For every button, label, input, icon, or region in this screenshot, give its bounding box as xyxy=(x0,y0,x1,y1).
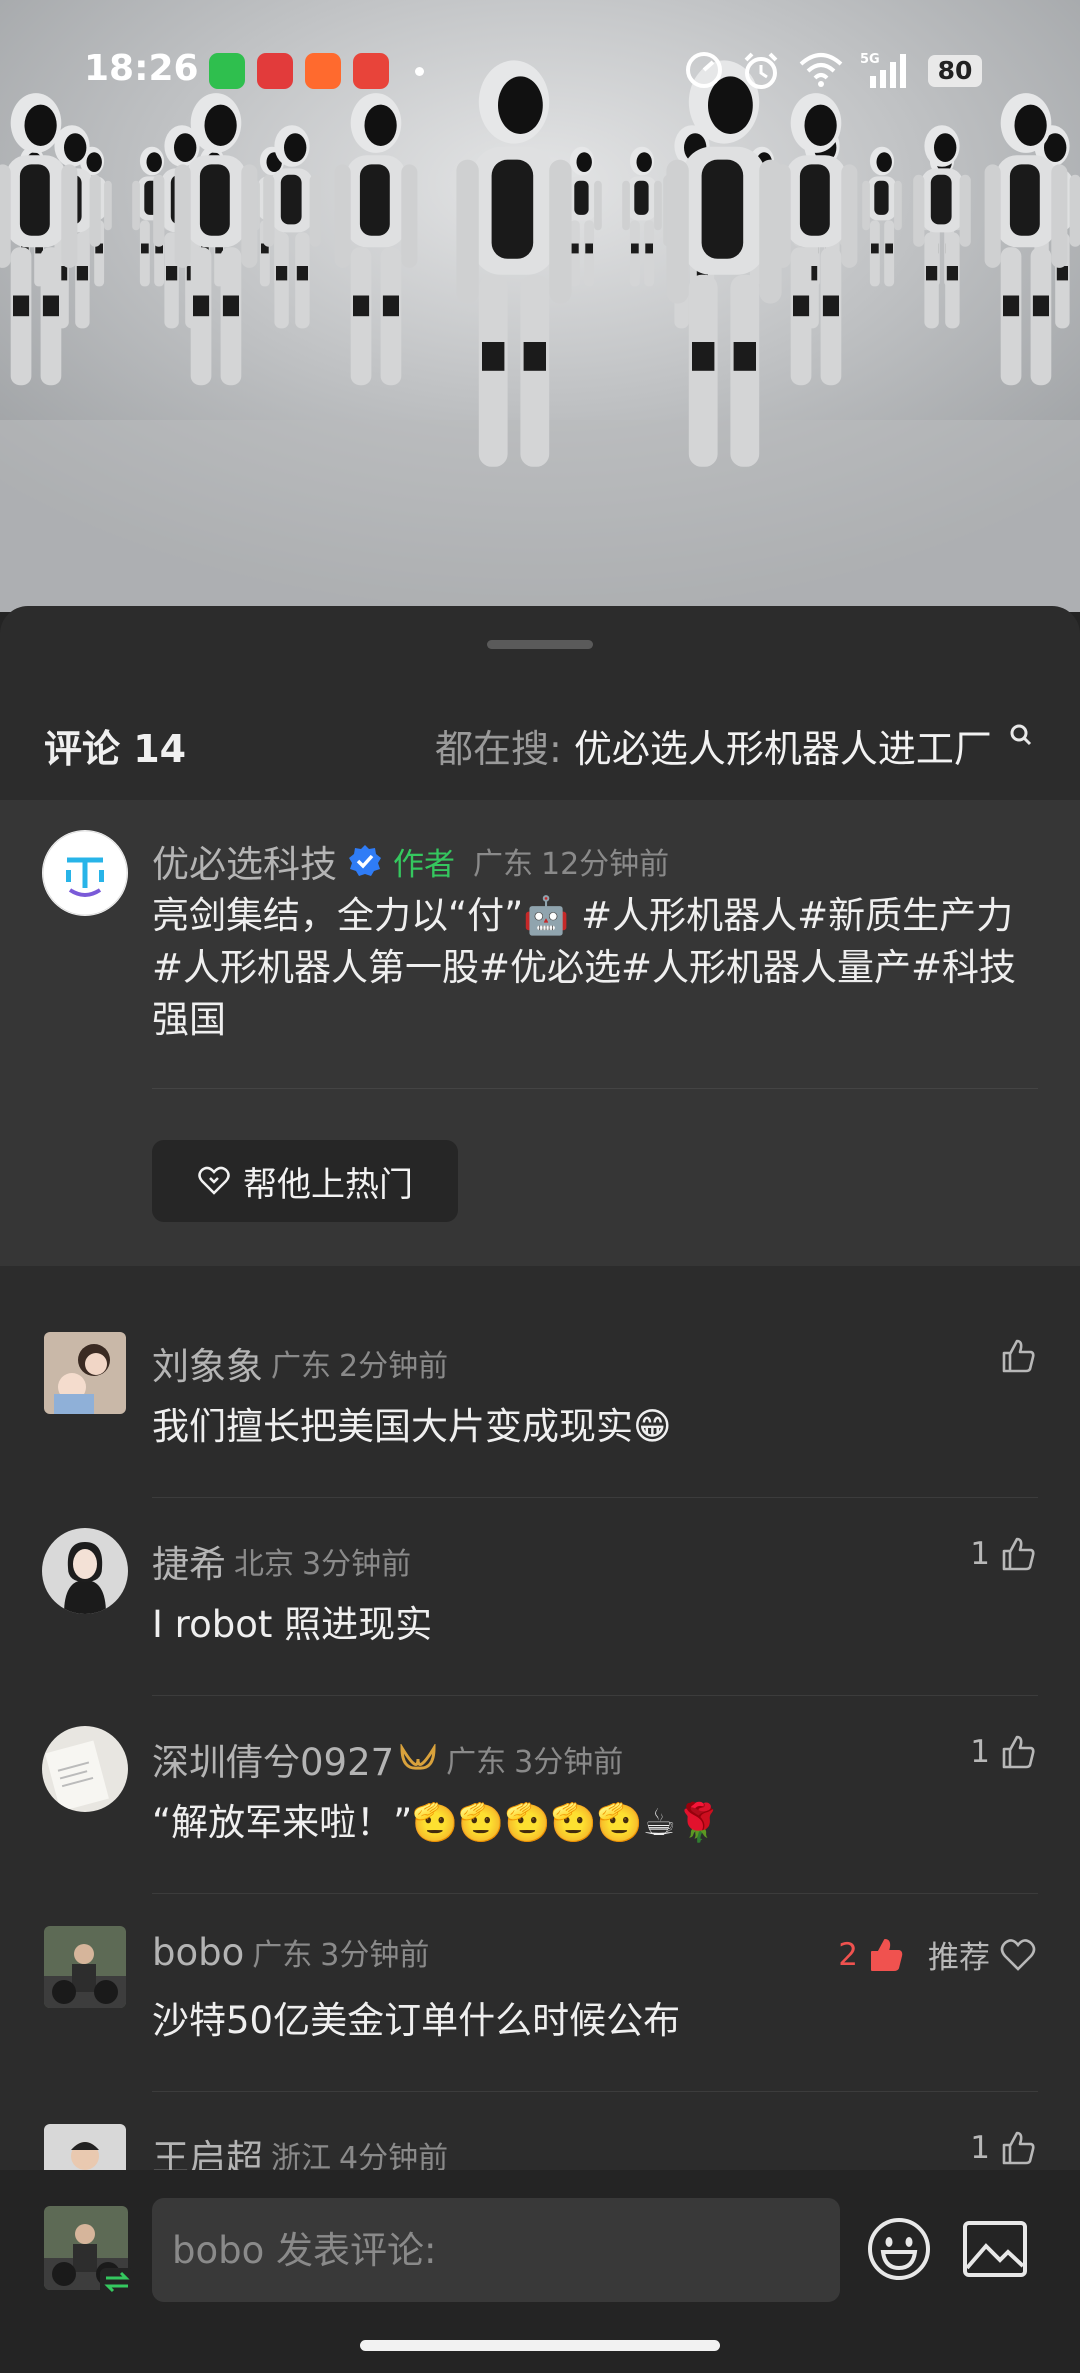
trending-search-link[interactable]: 都在搜: 优必选人形机器人进工厂 xyxy=(435,718,1034,773)
comment-text: “解放军来啦！”🫡🫡🫡🫡🫡☕🌹 xyxy=(152,1801,722,1844)
thumbs-up-icon xyxy=(1002,1735,1035,1769)
like-count: 2 xyxy=(838,1936,858,1973)
app-notification-icon xyxy=(257,53,293,89)
paper-plane-app-icon xyxy=(305,53,341,89)
author-comment[interactable]: 优必选科技 作者 广东 12分钟前 亮剑集结，全力以“付”🤖 #人形机器人#新质… xyxy=(0,800,1080,1266)
boost-label: 帮他上热门 xyxy=(243,1164,413,1205)
comment-header: 捷希 北京 3分钟前 xyxy=(152,1534,411,1588)
like-button[interactable] xyxy=(990,1338,1036,1374)
comment-header: bobo 广东 3分钟前 xyxy=(152,1930,429,1974)
user-photo-icon xyxy=(44,1332,126,1414)
comment-location: 北京 xyxy=(234,1547,294,1582)
comment-sheet: 评论 14 都在搜: 优必选人形机器人进工厂 优必选科技 作者 广东 12分钟前 xyxy=(0,606,1080,2373)
comment-time: 3分钟前 xyxy=(514,1745,624,1780)
comment-author-name[interactable]: bobo xyxy=(152,1931,244,1974)
heart-icon[interactable] xyxy=(1000,1938,1036,1972)
comment-author-name[interactable]: 刘象象 xyxy=(152,1336,263,1390)
alarm-icon xyxy=(744,52,778,89)
author-avatar[interactable] xyxy=(42,830,128,916)
comment-actions: 2 推荐 xyxy=(838,1932,1036,1977)
thumbs-up-icon xyxy=(1002,1537,1035,1571)
avatar[interactable] xyxy=(42,1528,128,1614)
like-count: 1 xyxy=(970,1536,990,1572)
like-count: 1 xyxy=(970,1734,990,1770)
ubtech-logo-icon xyxy=(42,830,128,916)
avatar[interactable] xyxy=(44,1332,126,1414)
drag-handle[interactable] xyxy=(487,640,593,649)
comment-location: 广东 xyxy=(252,1938,313,1973)
speed-icon xyxy=(686,52,722,88)
user-photo-icon xyxy=(44,1926,126,2008)
author-location: 广东 xyxy=(473,847,533,882)
svg-text:5G: 5G xyxy=(860,52,880,67)
comment-author-name[interactable]: 深圳倩兮0927 xyxy=(152,1732,394,1786)
status-time: 18:26 xyxy=(84,48,199,89)
heart-boost-icon xyxy=(198,1166,230,1195)
user-photo-icon xyxy=(42,1528,128,1614)
signal-5g-icon: 5G xyxy=(860,52,906,88)
comment-time: 3分钟前 xyxy=(320,1938,430,1973)
verified-badge-icon xyxy=(349,845,381,876)
comment-header: 刘象象 广东 2分钟前 xyxy=(152,1336,448,1390)
status-bar: 18:26 5G 80 xyxy=(0,0,1080,140)
more-notifications-icon xyxy=(415,67,424,76)
comment-item[interactable]: 捷希 北京 3分钟前 I robot 照进现实 1 xyxy=(0,1498,1080,1696)
recommend-label[interactable]: 推荐 xyxy=(928,1932,990,1977)
search-term: 优必选人形机器人进工厂 xyxy=(573,727,992,771)
like-button[interactable]: 1 xyxy=(970,2130,1036,2166)
wechat-icon xyxy=(209,53,245,89)
avatar[interactable] xyxy=(44,1926,126,2008)
comment-input[interactable] xyxy=(152,2198,840,2302)
user-photo-icon xyxy=(42,1726,128,1812)
comment-author-name[interactable]: 捷希 xyxy=(152,1534,226,1588)
thumbs-up-filled-icon[interactable] xyxy=(868,1937,904,1973)
like-button[interactable]: 1 xyxy=(970,1734,1036,1770)
wifi-icon xyxy=(799,53,843,87)
avatar[interactable] xyxy=(42,1726,128,1812)
author-comment-text: 亮剑集结，全力以“付”🤖 #人形机器人#新质生产力#人形机器人第一股#优必选#人… xyxy=(152,894,1017,1041)
comment-time: 3分钟前 xyxy=(302,1547,412,1582)
divider xyxy=(152,1088,1038,1089)
comment-input-bar xyxy=(0,2170,1080,2373)
emoji-icon[interactable] xyxy=(866,2216,932,2282)
author-header: 优必选科技 作者 广东 12分钟前 xyxy=(152,834,669,888)
comment-location: 广东 xyxy=(446,1745,507,1780)
like-count: 1 xyxy=(970,2130,990,2166)
comment-item[interactable]: bobo 广东 3分钟前 沙特50亿美金订单什么时候公布 2 推荐 xyxy=(0,1894,1080,2092)
author-tag: 作者 xyxy=(393,846,455,883)
comment-text: I robot 照进现实 xyxy=(152,1603,433,1646)
author-name[interactable]: 优必选科技 xyxy=(152,834,337,888)
home-indicator[interactable] xyxy=(360,2340,720,2351)
comment-text: 我们擅长把美国大片变成现实😁 xyxy=(152,1405,672,1448)
comment-time: 2分钟前 xyxy=(339,1349,449,1384)
comment-header: 深圳倩兮0927 广东 3分钟前 xyxy=(152,1732,623,1786)
level-badge-icon xyxy=(400,1744,436,1770)
search-prefix: 都在搜: xyxy=(434,727,562,771)
comments-count-title: 评论 14 xyxy=(44,727,187,771)
author-time: 12分钟前 xyxy=(541,847,670,882)
thumbs-up-icon xyxy=(1002,2131,1035,2165)
image-icon[interactable] xyxy=(962,2220,1028,2278)
comment-location: 广东 xyxy=(271,1349,331,1384)
thumbs-up-icon xyxy=(1002,1339,1035,1373)
app-notification-icon xyxy=(353,53,389,89)
comment-item[interactable]: 深圳倩兮0927 广东 3分钟前 “解放军来啦！”🫡🫡🫡🫡🫡☕🌹 1 xyxy=(0,1696,1080,1894)
boost-button[interactable]: 帮他上热门 xyxy=(152,1140,458,1222)
search-icon xyxy=(1010,724,1032,746)
battery-indicator: 80 xyxy=(928,55,982,87)
like-button[interactable]: 1 xyxy=(970,1536,1036,1572)
switch-identity-icon[interactable] xyxy=(100,2268,134,2296)
comment-text: 沙特50亿美金订单什么时候公布 xyxy=(152,1999,681,2042)
comment-item[interactable]: 刘象象 广东 2分钟前 我们擅长把美国大片变成现实😁 xyxy=(0,1300,1080,1498)
